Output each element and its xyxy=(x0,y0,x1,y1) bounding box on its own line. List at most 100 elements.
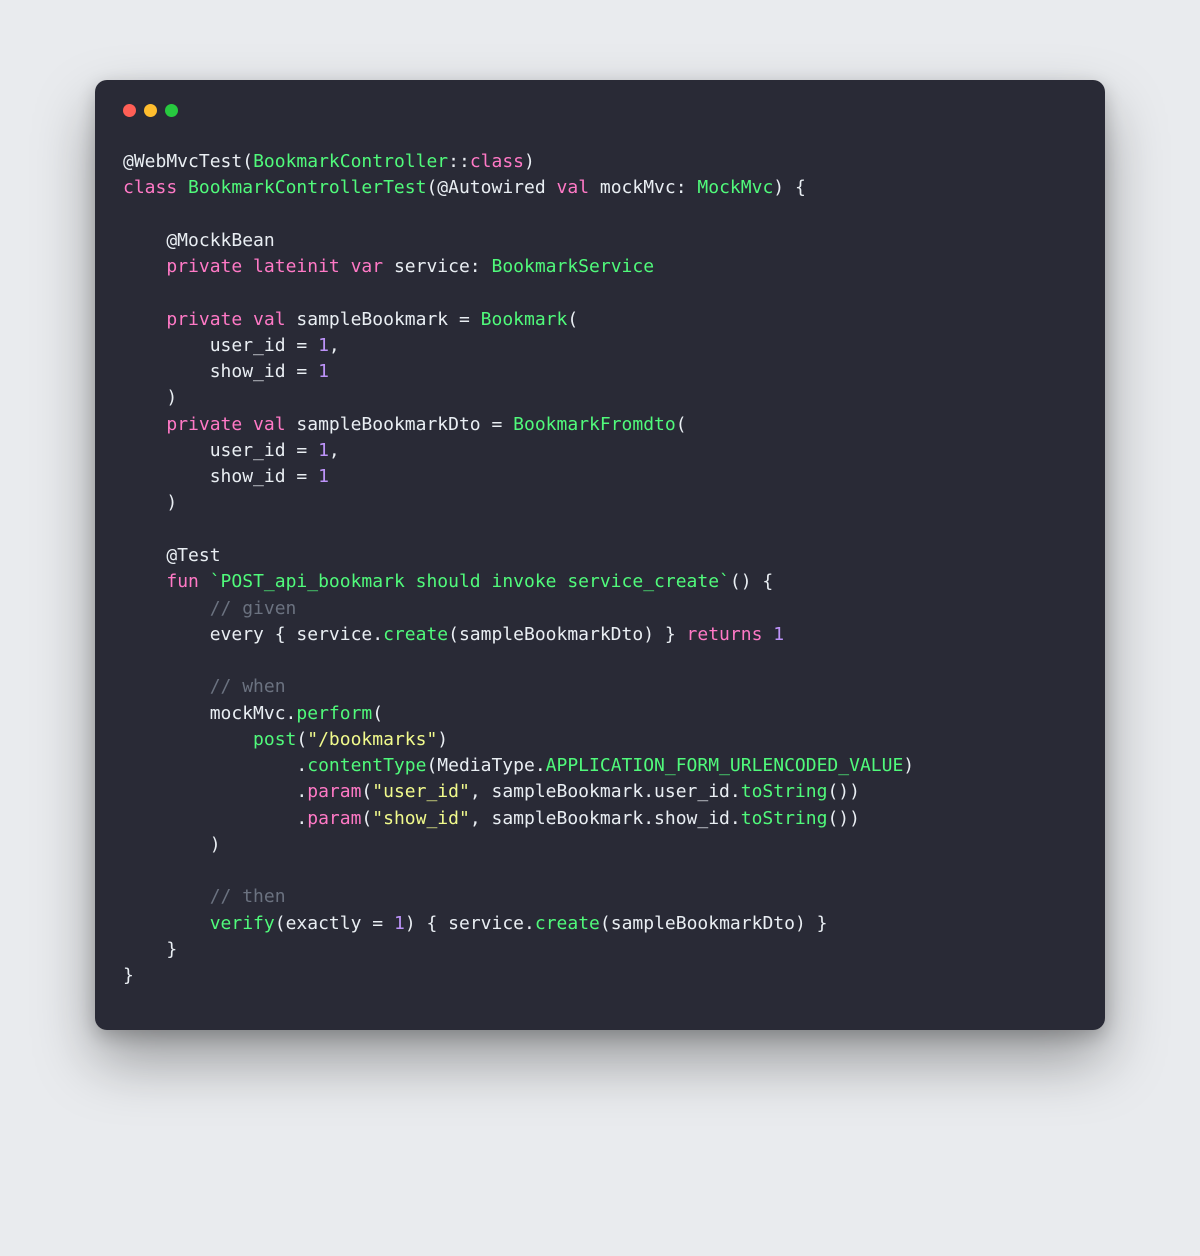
code-token: ()) xyxy=(827,808,860,829)
code-token: verify xyxy=(210,913,275,934)
code-token: contentType xyxy=(307,755,426,776)
code-token: (sampleBookmarkDto) } xyxy=(448,624,686,645)
code-token: sampleBookmarkDto xyxy=(296,414,491,435)
code-token xyxy=(123,414,166,435)
code-token: , sampleBookmark.show_id. xyxy=(470,808,741,829)
code-token xyxy=(123,886,210,907)
code-token: 1 xyxy=(773,624,784,645)
code-token: Bookmark xyxy=(481,309,568,330)
code-token: param xyxy=(307,781,361,802)
code-token: @Test xyxy=(123,545,221,566)
window-traffic-lights xyxy=(123,100,1077,149)
code-token: ) xyxy=(123,387,177,408)
code-token: show_id xyxy=(123,361,296,382)
code-token: , xyxy=(329,335,340,356)
code-token: = xyxy=(491,414,513,435)
code-token: = xyxy=(296,335,318,356)
code-token: val xyxy=(557,177,600,198)
code-token: "show_id" xyxy=(372,808,470,829)
code-token: , xyxy=(329,440,340,461)
code-token xyxy=(123,571,166,592)
code-token xyxy=(123,598,210,619)
code-token: 1 xyxy=(318,440,329,461)
code-token: ) xyxy=(524,151,535,172)
code-token: } xyxy=(123,939,177,960)
code-token: ( xyxy=(296,729,307,750)
code-token: every { service. xyxy=(123,624,383,645)
code-token: private val xyxy=(166,309,296,330)
code-token: // given xyxy=(210,598,297,619)
code-token: = xyxy=(296,440,318,461)
code-token: } xyxy=(123,965,134,986)
zoom-icon[interactable] xyxy=(165,104,178,117)
code-token: . xyxy=(123,808,307,829)
code-token: user_id xyxy=(123,440,296,461)
code-token: ( xyxy=(567,309,578,330)
code-token: ( xyxy=(361,808,372,829)
code-token: ) xyxy=(903,755,914,776)
code-token: user_id xyxy=(123,335,296,356)
code-token: ) xyxy=(123,834,221,855)
code-token: returns xyxy=(687,624,774,645)
code-token: toString xyxy=(741,808,828,829)
code-token: = xyxy=(296,361,318,382)
code-token: @MockkBean xyxy=(123,230,275,251)
code-token: "/bookmarks" xyxy=(307,729,437,750)
code-token: : xyxy=(470,256,492,277)
code-token: 1 xyxy=(318,335,329,356)
code-token: , sampleBookmark.user_id. xyxy=(470,781,741,802)
code-token: : xyxy=(676,177,698,198)
code-token: ( xyxy=(676,414,687,435)
code-token: class xyxy=(470,151,524,172)
code-token: param xyxy=(307,808,361,829)
code-token: BookmarkService xyxy=(491,256,654,277)
code-token: (exactly xyxy=(275,913,373,934)
code-token xyxy=(123,729,253,750)
code-token: mockMvc. xyxy=(123,703,296,724)
code-token: post xyxy=(253,729,296,750)
code-token: BookmarkControllerTest xyxy=(188,177,426,198)
code-block: @WebMvcTest(BookmarkController::class) c… xyxy=(123,149,1077,990)
code-token: // then xyxy=(210,886,286,907)
code-token: private lateinit var xyxy=(166,256,394,277)
code-token: (MediaType. xyxy=(426,755,545,776)
code-token: BookmarkFromdto xyxy=(513,414,676,435)
code-token: ( xyxy=(426,177,437,198)
code-token: :: xyxy=(448,151,470,172)
code-token: MockMvc xyxy=(697,177,773,198)
code-token: ) { service. xyxy=(405,913,535,934)
code-token: () { xyxy=(730,571,773,592)
close-icon[interactable] xyxy=(123,104,136,117)
code-token: perform xyxy=(296,703,372,724)
code-token: create xyxy=(535,913,600,934)
code-token: @Autowired xyxy=(437,177,556,198)
code-token: ( xyxy=(242,151,253,172)
code-token: ( xyxy=(372,703,383,724)
code-token: (sampleBookmarkDto) } xyxy=(600,913,828,934)
code-token: 1 xyxy=(394,913,405,934)
code-token: = xyxy=(459,309,481,330)
code-token: show_id xyxy=(123,466,296,487)
code-window: @WebMvcTest(BookmarkController::class) c… xyxy=(95,80,1105,1030)
code-token: ()) xyxy=(827,781,860,802)
code-token: = xyxy=(296,466,318,487)
code-token: ( xyxy=(361,781,372,802)
code-token xyxy=(123,676,210,697)
code-token xyxy=(123,913,210,934)
code-token: APPLICATION_FORM_URLENCODED_VALUE xyxy=(546,755,904,776)
minimize-icon[interactable] xyxy=(144,104,157,117)
code-token xyxy=(123,309,166,330)
code-token: class xyxy=(123,177,188,198)
code-token: "user_id" xyxy=(372,781,470,802)
code-token: @WebMvcTest xyxy=(123,151,242,172)
code-token: sampleBookmark xyxy=(296,309,459,330)
code-token: toString xyxy=(741,781,828,802)
code-token: fun xyxy=(166,571,209,592)
code-token: ) xyxy=(123,492,177,513)
code-token xyxy=(123,256,166,277)
code-token: 1 xyxy=(318,466,329,487)
code-token: create xyxy=(383,624,448,645)
code-token: service xyxy=(394,256,470,277)
code-token: . xyxy=(123,755,307,776)
code-token: 1 xyxy=(318,361,329,382)
